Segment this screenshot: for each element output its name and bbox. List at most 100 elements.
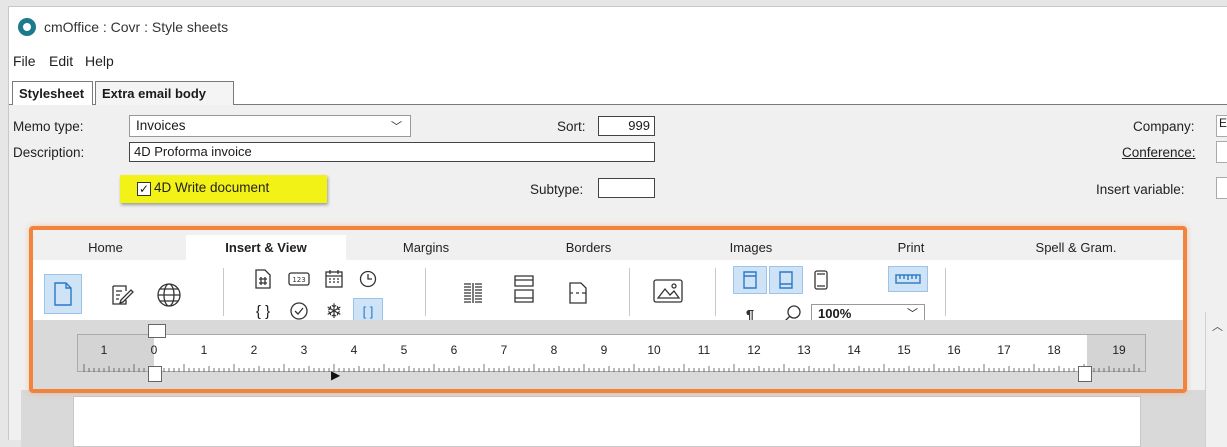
tab-stylesheet[interactable]: Stylesheet (12, 81, 93, 105)
document-tabs: Stylesheet Extra email body (9, 75, 1227, 105)
memo-type-value: Invoices (136, 118, 186, 133)
ruler-number: 9 (600, 343, 608, 357)
image-icon (653, 279, 683, 303)
page-icon (54, 282, 72, 306)
scroll-up-icon[interactable]: ︿ (1212, 318, 1223, 334)
insert-variable-field[interactable] (1216, 177, 1227, 199)
ruler-number: 13 (797, 343, 811, 357)
ruler-number: 12 (747, 343, 761, 357)
ribbon-toolbar: 123 { } ❄ [ ] ¶ 100% ﹀ (33, 260, 1183, 324)
write-document-checkbox[interactable]: ✓ (137, 182, 151, 196)
ruler-number: 0 (150, 343, 158, 357)
ruler-number: 16 (947, 343, 961, 357)
ruler-number: 19 (1112, 343, 1126, 357)
edit-button[interactable] (107, 280, 137, 310)
columns-button[interactable] (458, 278, 488, 308)
tab-stop-marker-icon[interactable]: ▶ (331, 368, 340, 382)
separator (945, 268, 946, 316)
memo-type-select[interactable]: Invoices ﹀ (129, 115, 411, 137)
columns-icon (464, 283, 482, 303)
separator (223, 268, 224, 316)
write-ribbon-highlight: Home Insert & View Margins Borders Image… (29, 226, 1187, 393)
chevron-down-icon: ﹀ (907, 308, 918, 320)
ruler-number: 4 (350, 343, 358, 357)
title-bar: cmOffice : Covr : Style sheets (9, 7, 1227, 47)
app-logo-icon (18, 18, 36, 36)
description-field[interactable]: 4D Proforma invoice (129, 142, 655, 162)
ruler-number: 7 (500, 343, 508, 357)
insert-variable-label: Insert variable: (1096, 182, 1185, 197)
tab-borders[interactable]: Borders (506, 235, 671, 260)
ruler-number: 18 (1047, 343, 1061, 357)
horizontal-ruler[interactable]: 1 0 1 2 3 4 5 6 7 8 9 10 11 12 13 14 15 … (77, 334, 1146, 372)
tab-margins[interactable]: Margins (346, 235, 506, 260)
window-title: cmOffice : Covr : Style sheets (44, 19, 229, 35)
separator (629, 268, 630, 316)
app-window: cmOffice : Covr : Style sheets File Edit… (8, 6, 1227, 447)
vertical-scrollbar[interactable]: ︿ (1205, 312, 1227, 447)
tab-images[interactable]: Images (671, 235, 831, 260)
clock-icon (359, 270, 377, 288)
ruler-area: 1 0 1 2 3 4 5 6 7 8 9 10 11 12 13 14 15 … (33, 320, 1183, 389)
header-footer-icon (514, 275, 534, 303)
conference-link[interactable]: Conference: (1122, 145, 1196, 160)
page-view-icon (814, 270, 828, 290)
tab-spell-gram[interactable]: Spell & Gram. (991, 235, 1161, 260)
ruler-toggle-button[interactable] (888, 266, 928, 292)
menu-bar: File Edit Help (9, 47, 1227, 75)
page-number-icon (255, 269, 271, 289)
ruler-number: 2 (250, 343, 258, 357)
page-frame-button[interactable] (806, 265, 836, 295)
header-view-button[interactable] (733, 266, 767, 294)
numbering-button[interactable]: 123 (284, 264, 314, 294)
left-indent-marker[interactable] (148, 366, 162, 382)
globe-icon (157, 283, 181, 307)
subtype-field[interactable] (598, 178, 655, 198)
company-field[interactable]: E (1216, 115, 1227, 137)
zoom-value: 100% (818, 306, 852, 321)
time-button[interactable] (353, 264, 383, 294)
document-page[interactable] (73, 396, 1141, 447)
page-view-button[interactable] (44, 274, 82, 314)
tab-home[interactable]: Home (33, 235, 178, 260)
sort-label: Sort: (557, 119, 586, 134)
menu-edit[interactable]: Edit (49, 53, 73, 69)
ruler-number: 5 (400, 343, 408, 357)
date-button[interactable] (319, 264, 349, 294)
ruler-number: 6 (450, 343, 458, 357)
ruler-number: 1 (200, 343, 208, 357)
page-break-button[interactable] (563, 278, 593, 308)
memo-type-label: Memo type: (13, 119, 84, 134)
page-number-button[interactable] (248, 264, 278, 294)
ruler-number: 1 (100, 343, 108, 357)
menu-file[interactable]: File (13, 53, 36, 69)
ruler-number: 15 (897, 343, 911, 357)
braces-icon: { } (255, 302, 271, 320)
sort-field[interactable]: 999 (598, 116, 655, 136)
ribbon-tabs: Home Insert & View Margins Borders Image… (33, 230, 1183, 260)
conference-field[interactable] (1216, 141, 1227, 163)
separator (425, 268, 426, 316)
footer-view-icon (779, 271, 793, 289)
description-label: Description: (13, 145, 85, 160)
first-line-indent-marker[interactable] (148, 324, 166, 338)
web-view-button[interactable] (154, 280, 184, 310)
tab-print[interactable]: Print (831, 235, 991, 260)
ruler-number: 8 (550, 343, 558, 357)
insert-image-button[interactable] (650, 276, 686, 306)
ruler-icon (895, 274, 921, 284)
page-break-icon (569, 282, 587, 304)
separator (715, 268, 716, 316)
tab-insert-view[interactable]: Insert & View (186, 235, 346, 260)
company-label: Company: (1133, 119, 1195, 134)
footer-view-button[interactable] (769, 266, 803, 294)
right-indent-marker[interactable] (1078, 366, 1092, 382)
ruler-number: 11 (697, 343, 711, 357)
subtype-label: Subtype: (530, 182, 584, 197)
menu-help[interactable]: Help (85, 53, 114, 69)
tab-extra-email-body[interactable]: Extra email body (95, 81, 234, 105)
header-footer-button[interactable] (509, 274, 539, 304)
stylesheet-form: Memo type: Invoices ﹀ Sort: 999 Company:… (9, 105, 1227, 235)
calendar-icon (325, 270, 343, 288)
chevron-down-icon: ﹀ (391, 121, 402, 133)
